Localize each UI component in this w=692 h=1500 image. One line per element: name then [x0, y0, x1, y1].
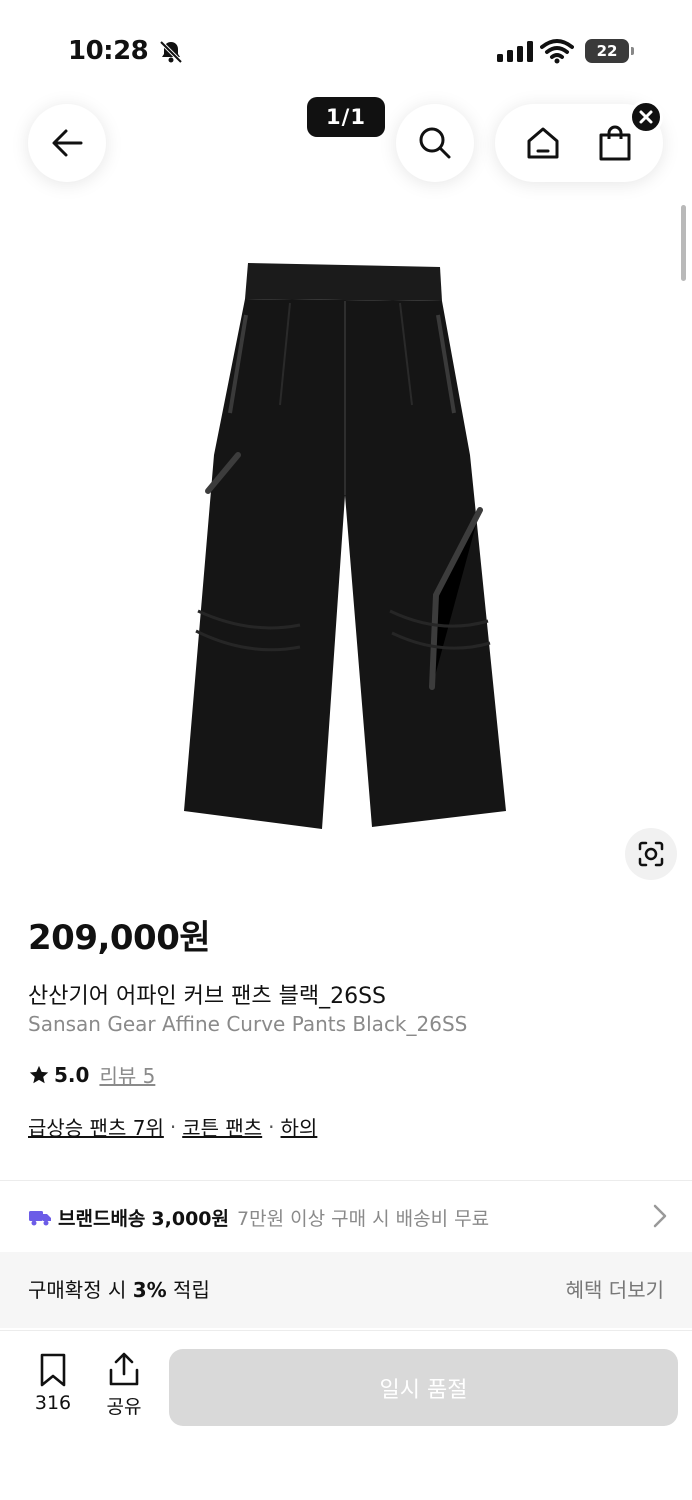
shipping-info-row[interactable]: 브랜드배송 3,000원 7만원 이상 구매 시 배송비 무료 — [28, 1200, 668, 1234]
product-name-korean: 산산기어 어파인 커브 팬츠 블랙_26SS — [28, 984, 387, 1009]
status-time: 10:28 — [68, 36, 149, 66]
battery-tip — [631, 47, 634, 55]
category-tags: 급상승 팬츠 7위 · 코튼 팬츠 · 하의 — [28, 1112, 317, 1141]
search-button[interactable] — [396, 104, 474, 182]
product-image[interactable] — [150, 255, 540, 845]
review-link[interactable]: 리뷰 5 — [99, 1060, 155, 1089]
bookmark-icon — [40, 1353, 66, 1387]
close-button[interactable] — [629, 100, 663, 134]
tag-separator: · — [268, 1114, 275, 1139]
cellular-signal-icon — [497, 40, 533, 62]
bookmark-button[interactable]: 316 — [23, 1352, 83, 1414]
close-icon — [639, 110, 653, 124]
points-suffix: 적립 — [173, 1278, 210, 1302]
pants-illustration — [184, 263, 506, 829]
product-name-english: Sansan Gear Affine Curve Pants Black_26S… — [28, 1012, 468, 1036]
benefits-more-link[interactable]: 혜택 더보기 — [566, 1274, 664, 1303]
delivery-truck-icon — [29, 1211, 51, 1226]
shipping-type: 브랜드배송 — [58, 1207, 146, 1230]
image-page-counter: 1/1 — [307, 97, 385, 137]
scrollbar-thumb[interactable] — [681, 205, 686, 281]
rating-score: 5.0 — [54, 1062, 90, 1087]
product-price: 209,000원 — [28, 918, 211, 958]
silent-bell-icon — [158, 40, 184, 68]
star-icon — [29, 1065, 49, 1083]
tag-separator: · — [169, 1114, 177, 1139]
home-button[interactable] — [513, 113, 573, 173]
back-button[interactable] — [28, 104, 106, 182]
status-bar: 10:28 22 — [0, 0, 692, 100]
share-icon — [109, 1352, 139, 1386]
battery-indicator: 22 — [585, 39, 629, 63]
chevron-right-icon — [653, 1204, 667, 1228]
share-label: 공유 — [106, 1396, 142, 1418]
points-percent: 3% — [132, 1278, 167, 1302]
arrow-left-icon — [52, 129, 83, 157]
tag-bottoms[interactable]: 하의 — [281, 1112, 318, 1141]
tag-ranking[interactable]: 급상승 팬츠 7위 — [28, 1112, 164, 1141]
shopping-bag-icon — [599, 125, 631, 161]
lens-scan-icon — [638, 841, 664, 867]
tag-cotton-pants[interactable]: 코튼 팬츠 — [182, 1112, 262, 1141]
image-search-button[interactable] — [625, 828, 677, 880]
points-info: 구매확정 시 3% 적립 — [28, 1274, 210, 1303]
search-icon — [419, 127, 451, 159]
share-button[interactable]: 공유 — [94, 1352, 154, 1419]
section-divider — [0, 1180, 692, 1181]
wifi-icon — [540, 38, 574, 68]
home-icon — [527, 127, 559, 159]
points-prefix: 구매확정 시 — [28, 1278, 127, 1302]
sold-out-button[interactable]: 일시 품절 — [169, 1349, 678, 1426]
product-rating: 5.0 리뷰 5 — [28, 1060, 155, 1089]
free-shipping-condition: 7만원 이상 구매 시 배송비 무료 — [237, 1207, 490, 1230]
bookmark-count: 316 — [34, 1392, 72, 1414]
shipping-fee: 3,000원 — [151, 1207, 229, 1230]
